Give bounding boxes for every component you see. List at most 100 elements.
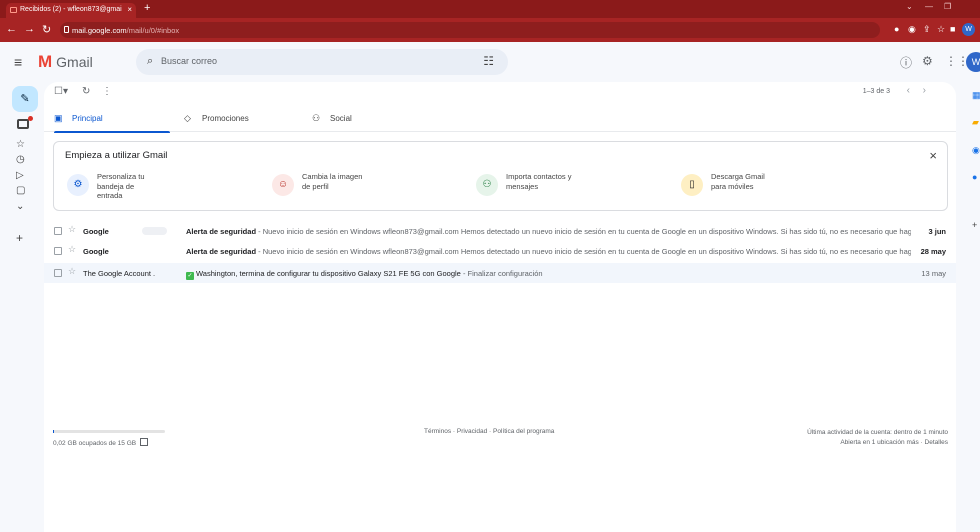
more-options-icon[interactable]: ⋮ <box>102 86 112 97</box>
create-label-plus-icon[interactable]: + <box>16 231 23 245</box>
email-date: 3 jun <box>928 227 946 236</box>
storage-usage-fill <box>53 430 54 433</box>
refresh-icon[interactable]: ↻ <box>82 86 90 97</box>
category-tabs: ▣ Principal ◇ Promociones ⚇ Social <box>44 104 956 133</box>
pencil-icon: ✎ <box>20 93 30 105</box>
close-icon[interactable]: × <box>929 148 937 163</box>
gmail-header: ≡ M Gmail ⌕ Buscar correo ☷ ⓘ ⚙ ⋮⋮ W <box>0 42 980 82</box>
star-icon[interactable]: ☆ <box>68 266 76 277</box>
email-snippet: - Nuevo inicio de sesión en Windows wfle… <box>256 247 911 256</box>
email-sender: Google <box>83 247 109 256</box>
gmail-logo[interactable]: M Gmail <box>38 52 93 72</box>
account-icon: ☺ <box>272 174 294 196</box>
search-icon[interactable]: ⌕ <box>147 55 153 68</box>
gmail-favicon-icon <box>10 7 17 13</box>
browser-profile-avatar[interactable]: W <box>962 23 975 36</box>
close-tab-button[interactable]: × <box>127 5 132 14</box>
green-check-icon: ✓ <box>186 272 194 280</box>
inbox-icon: ▣ <box>54 113 63 123</box>
activity-details-link[interactable]: Abierta en 1 ubicación más · Detalles <box>807 438 948 448</box>
tab-label: Principal <box>72 114 103 123</box>
bookmark-star-icon[interactable]: ☆ <box>937 24 945 35</box>
tab-promociones[interactable]: ◇ Promociones <box>184 104 294 132</box>
restore-window-button[interactable]: ❐ <box>944 2 951 11</box>
row-checkbox[interactable] <box>54 247 62 255</box>
email-row[interactable]: ☆ Google Alerta de seguridad - Nuevo ini… <box>44 221 956 241</box>
mail-main-panel: ☐▾ ↻ ⋮ 1–3 de 3 ‹ › ▣ Principal ◇ Promocio… <box>44 82 956 532</box>
sent-icon[interactable]: ▷ <box>16 170 24 181</box>
tab-search-icon[interactable]: ⌄ <box>906 2 913 11</box>
search-options-icon[interactable]: ☷ <box>483 54 494 68</box>
tasks-icon[interactable]: ◉ <box>972 145 980 156</box>
storage-usage-bar <box>53 430 165 433</box>
getting-started-title: Empieza a utilizar Gmail <box>65 150 168 161</box>
sidebar-panel-icon[interactable]: ■ <box>950 24 955 34</box>
select-all-checkbox[interactable]: ☐▾ <box>54 86 68 97</box>
getting-started-card: Empieza a utilizar Gmail × ⚙ Personaliza… <box>53 141 948 211</box>
help-icon[interactable]: ⓘ <box>900 54 912 71</box>
email-sender: The Google Account . <box>83 269 156 278</box>
email-row[interactable]: ☆ Google Alerta de seguridad - Nuevo ini… <box>44 241 956 261</box>
url-host: mail.google.com <box>72 26 127 35</box>
storage-info: 0,02 GB ocupados de 15 GB <box>53 438 149 447</box>
gear-icon: ⚙ <box>67 174 89 196</box>
email-row[interactable]: ☆ The Google Account . ✓ Washington, term… <box>44 263 956 283</box>
back-button[interactable]: ← <box>6 23 17 35</box>
drafts-icon[interactable]: ▢ <box>16 185 25 196</box>
share-icon[interactable]: ⇪ <box>923 24 931 35</box>
gmail-m-icon: M <box>38 52 53 71</box>
starred-icon[interactable]: ☆ <box>16 139 25 150</box>
people-icon: ⚇ <box>312 113 321 123</box>
tab-social[interactable]: ⚇ Social <box>312 104 422 132</box>
settings-gear-icon[interactable]: ⚙ <box>922 54 933 68</box>
tab-principal[interactable]: ▣ Principal <box>54 104 170 133</box>
reload-button[interactable]: ↻ <box>42 23 51 36</box>
forward-button[interactable]: → <box>24 23 35 35</box>
compose-button[interactable]: ✎ <box>12 86 38 112</box>
url-field[interactable]: mail.google.com/mail/u/0/#inbox <box>60 22 880 38</box>
tag-icon: ◇ <box>184 113 191 123</box>
unread-badge <box>28 116 33 121</box>
extension-icon[interactable]: ● <box>894 24 899 34</box>
new-tab-button[interactable]: + <box>144 2 150 14</box>
mail-toolbar: ☐▾ ↻ ⋮ 1–3 de 3 ‹ › <box>44 82 956 104</box>
star-icon[interactable]: ☆ <box>68 224 76 235</box>
account-activity: Última actividad de la cuenta: dentro de… <box>807 428 948 448</box>
storage-text: 0,02 GB ocupados de 15 GB <box>53 440 137 447</box>
open-external-icon[interactable] <box>140 438 149 446</box>
setup-step-text: Cambia la imagen de perfil <box>302 172 363 191</box>
url-path: /mail/u/0/#inbox <box>126 26 180 35</box>
minimize-window-button[interactable]: — <box>925 2 933 11</box>
email-label-chip <box>142 227 167 235</box>
more-chevron-down-icon[interactable]: ⌄ <box>16 201 24 212</box>
main-menu-icon[interactable]: ≡ <box>14 54 22 70</box>
snoozed-clock-icon[interactable]: ◷ <box>16 154 25 165</box>
phone-icon: ▯ <box>681 174 703 196</box>
account-avatar[interactable]: W <box>966 52 980 72</box>
previous-page-icon[interactable]: ‹ <box>907 85 910 96</box>
browser-tab[interactable]: Recibidos (2) - wfleon873@gmai × <box>6 3 136 18</box>
keep-icon[interactable]: ▰ <box>972 117 979 128</box>
last-activity-text: Última actividad de la cuenta: dentro de… <box>807 429 948 436</box>
email-date: 28 may <box>920 247 946 256</box>
browser-tab-bar: Recibidos (2) - wfleon873@gmai × + ⌄ — ❐ <box>0 0 980 18</box>
calendar-icon[interactable]: ▦ <box>972 90 980 101</box>
setup-step-text: Importa contactos y mensajes <box>506 172 572 191</box>
email-subject: Alerta de seguridad <box>186 227 257 236</box>
tab-label: Promociones <box>202 114 249 123</box>
get-addons-icon[interactable]: + <box>972 220 977 230</box>
star-icon[interactable]: ☆ <box>68 244 76 255</box>
next-page-icon[interactable]: › <box>923 85 926 96</box>
browser-tab-title: Recibidos (2) - wfleon873@gmai <box>20 6 122 13</box>
setup-step-text: Descarga Gmail para móviles <box>711 172 765 191</box>
footer-links[interactable]: Términos · Privacidad · Política del pro… <box>424 428 554 435</box>
contacts-icon[interactable]: ● <box>972 172 977 182</box>
extension-circle-icon[interactable]: ◉ <box>908 24 916 35</box>
row-checkbox[interactable] <box>54 269 62 277</box>
email-preview: ✓ Washington, termina de configurar tu di… <box>186 269 911 280</box>
app-name: Gmail <box>56 54 93 70</box>
row-checkbox[interactable] <box>54 227 62 235</box>
mail-rail-icon[interactable] <box>17 116 33 129</box>
search-bar[interactable]: ⌕ Buscar correo ☷ <box>136 49 508 75</box>
search-input[interactable]: Buscar correo <box>161 56 217 66</box>
